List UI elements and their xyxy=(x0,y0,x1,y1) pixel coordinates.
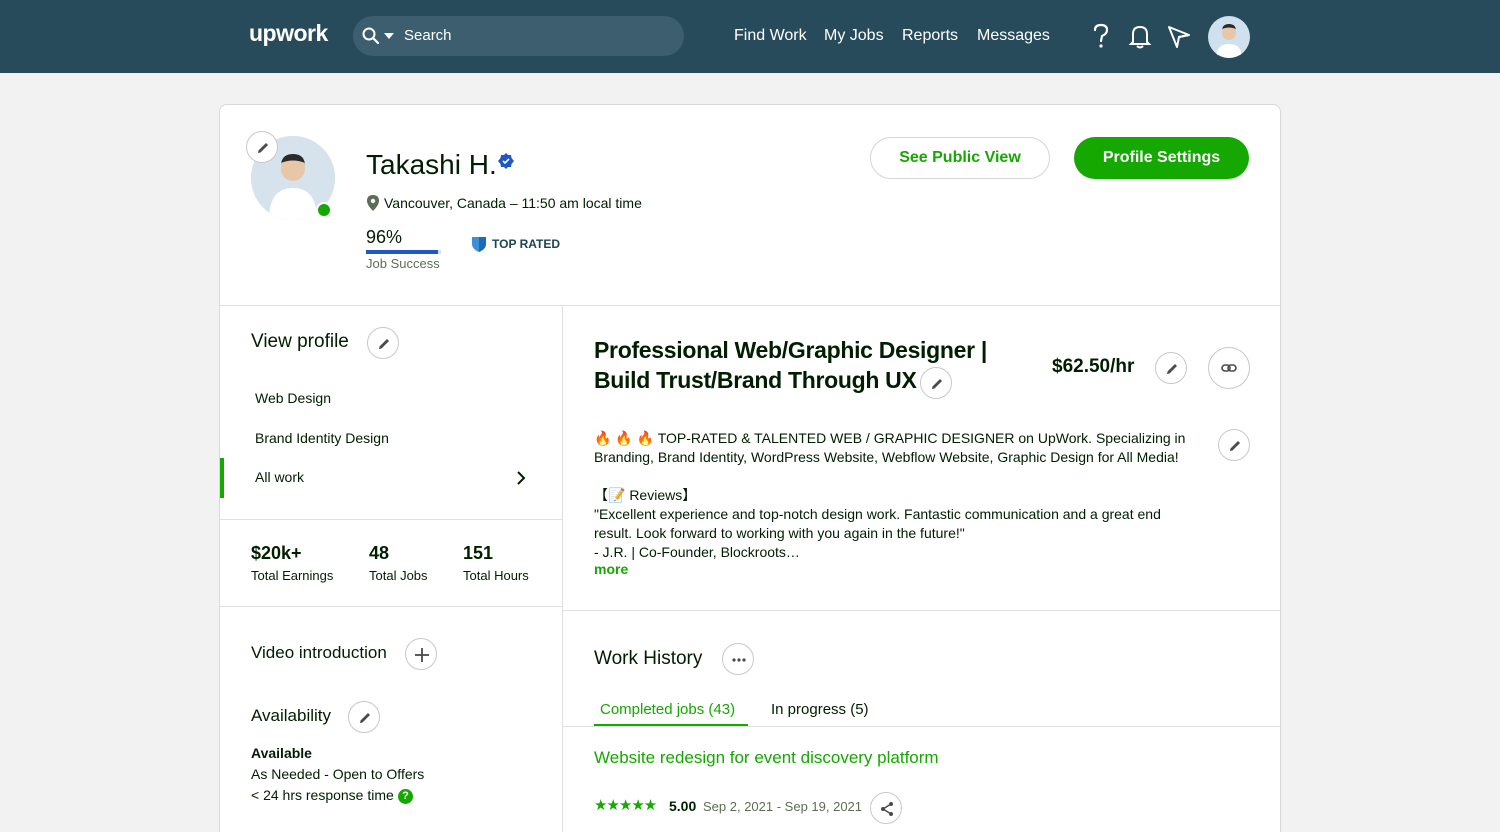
tab-in-progress[interactable]: In progress (5) xyxy=(771,701,869,718)
top-navigation-bar: upwork Search Find Work My Jobs Reports … xyxy=(0,0,1500,73)
nav-messages[interactable]: Messages xyxy=(977,27,1050,45)
add-video-button[interactable] xyxy=(405,638,437,670)
location-pin-icon xyxy=(367,195,379,211)
total-hours-label: Total Hours xyxy=(463,568,529,583)
sidebar-item-all-work[interactable]: All work xyxy=(255,469,304,485)
overview-line: 【📝 Reviews】 xyxy=(594,487,697,503)
more-horizontal-icon xyxy=(732,658,746,662)
edit-rate-button[interactable] xyxy=(1155,352,1187,384)
chevron-right-icon[interactable] xyxy=(514,470,528,486)
edit-photo-button[interactable] xyxy=(246,131,278,163)
search-bar[interactable]: Search xyxy=(353,16,684,56)
help-icon[interactable] xyxy=(1088,22,1114,50)
online-status-indicator xyxy=(316,202,332,218)
user-avatar[interactable] xyxy=(1208,16,1250,58)
edit-overview-button[interactable] xyxy=(1218,429,1250,461)
total-earnings-label: Total Earnings xyxy=(251,568,334,583)
location-and-local-time: Vancouver, Canada – 11:50 am local time xyxy=(384,195,642,211)
upwork-logo[interactable]: upwork xyxy=(249,20,328,47)
tab-completed-jobs[interactable]: Completed jobs (43) xyxy=(600,701,735,718)
job-rating-value: 5.00 xyxy=(669,798,697,814)
profile-overview: 🔥 🔥 🔥 TOP-RATED & TALENTED WEB / GRAPHIC… xyxy=(594,429,1204,562)
overview-line: result. Look forward to working with you… xyxy=(594,525,965,541)
pencil-icon xyxy=(360,713,370,723)
video-introduction-heading: Video introduction xyxy=(251,643,387,662)
availability-status: Available xyxy=(251,745,312,761)
overview-line: 🔥 🔥 🔥 TOP-RATED & TALENTED WEB / GRAPHIC… xyxy=(594,430,1186,446)
divider xyxy=(563,610,1280,611)
divider xyxy=(220,305,1280,306)
edit-title-button[interactable] xyxy=(920,367,952,399)
hourly-rate: $62.50/hr xyxy=(1052,356,1135,377)
divider xyxy=(562,305,563,832)
sidebar-item-web-design[interactable]: Web Design xyxy=(255,390,331,406)
profile-settings-button[interactable]: Profile Settings xyxy=(1074,137,1249,179)
edit-specialized-profiles-button[interactable] xyxy=(367,327,399,359)
pencil-icon xyxy=(1230,441,1240,451)
job-date-range: Sep 2, 2021 - Sep 19, 2021 xyxy=(703,799,863,814)
top-rated-badge: TOP RATED xyxy=(492,237,561,251)
search-input[interactable]: Search xyxy=(404,27,452,44)
pencil-icon xyxy=(932,379,942,389)
more-link[interactable]: more xyxy=(594,561,628,577)
edit-availability-button[interactable] xyxy=(348,701,380,733)
work-history-heading: Work History xyxy=(594,648,703,669)
see-public-view-button[interactable]: See Public View xyxy=(870,137,1050,179)
job-rating-stars: ★★★★★ xyxy=(594,797,657,814)
nav-my-jobs[interactable]: My Jobs xyxy=(824,27,884,45)
divider xyxy=(563,726,1280,727)
overview-line: - J.R. | Co-Founder, Blockroots… xyxy=(594,544,800,560)
job-title-link[interactable]: Website redesign for event discovery pla… xyxy=(594,748,939,768)
nav-reports[interactable]: Reports xyxy=(902,27,958,45)
response-time-help-icon[interactable]: ? xyxy=(398,789,413,804)
plus-icon xyxy=(415,648,429,662)
work-history-more-options-button[interactable] xyxy=(722,643,754,675)
job-success-label: Job Success xyxy=(366,256,440,271)
overview-line xyxy=(594,467,1204,486)
profile-title-line-1: Professional Web/Graphic Designer | xyxy=(594,337,988,363)
response-time: < 24 hrs response time xyxy=(251,787,394,803)
overview-line: "Excellent experience and top-notch desi… xyxy=(594,506,1161,522)
divider xyxy=(220,519,562,520)
share-job-button[interactable] xyxy=(870,792,902,824)
availability-type: As Needed - Open to Offers xyxy=(251,766,425,782)
pencil-icon xyxy=(258,143,268,153)
job-success-score: 96% xyxy=(366,227,403,247)
search-type-dropdown-icon[interactable] xyxy=(384,33,394,39)
job-success-progress-bar xyxy=(366,250,441,254)
pencil-icon xyxy=(379,339,389,349)
nav-find-work[interactable]: Find Work xyxy=(734,27,807,45)
copy-profile-link-button[interactable] xyxy=(1208,347,1250,389)
verified-badge-icon xyxy=(498,153,514,169)
overview-line: Branding, Brand Identity, WordPress Webs… xyxy=(594,449,1179,465)
active-item-indicator xyxy=(220,458,224,498)
share-icon xyxy=(881,802,893,816)
sidebar-item-brand-identity-design[interactable]: Brand Identity Design xyxy=(255,430,389,446)
search-icon[interactable] xyxy=(361,26,381,46)
total-jobs-label: Total Jobs xyxy=(369,568,428,583)
total-earnings-value: $20k+ xyxy=(251,543,302,563)
direct-contracts-send-icon[interactable] xyxy=(1166,22,1192,50)
profile-name: Takashi H. xyxy=(366,149,497,180)
top-rated-shield-icon xyxy=(472,237,486,252)
total-jobs-value: 48 xyxy=(369,543,390,563)
link-icon xyxy=(1221,364,1237,372)
pencil-icon xyxy=(1167,364,1177,374)
profile-card: Takashi H. Vancouver, Canada – 11:50 am … xyxy=(219,104,1281,832)
view-profile-heading: View profile xyxy=(251,331,349,352)
divider xyxy=(220,606,562,607)
availability-heading: Availability xyxy=(251,706,332,725)
total-hours-value: 151 xyxy=(463,543,494,563)
job-success-progress-fill xyxy=(366,250,438,254)
notifications-bell-icon[interactable] xyxy=(1127,22,1153,50)
